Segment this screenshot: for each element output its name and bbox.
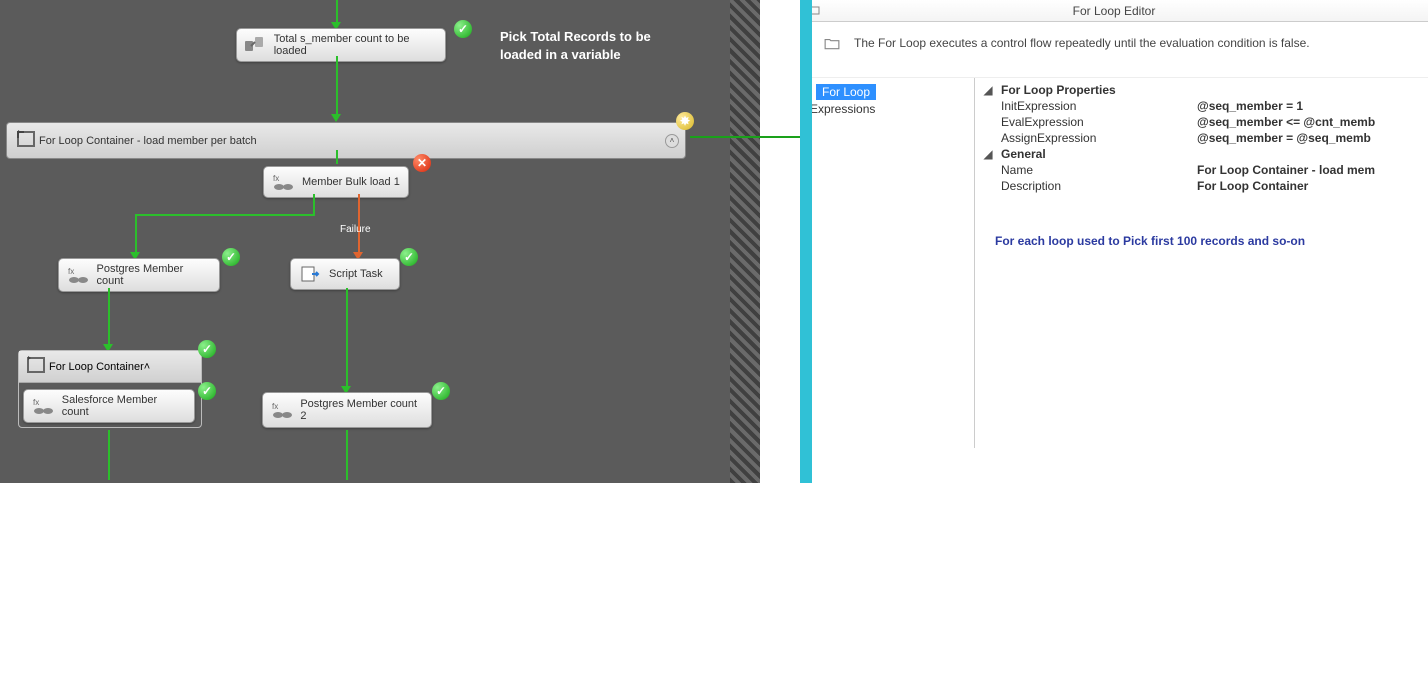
loop-container-icon bbox=[15, 129, 39, 152]
flow-arrow bbox=[108, 430, 110, 480]
container-label: For Loop Container bbox=[49, 361, 144, 373]
property-key: EvalExpression bbox=[997, 115, 1197, 129]
canvas-edge-hatch bbox=[730, 0, 760, 483]
flow-arrow bbox=[135, 214, 137, 254]
collapse-toggle-icon[interactable]: ˄ bbox=[665, 134, 679, 148]
property-key: InitExpression bbox=[997, 99, 1197, 113]
flow-arrow bbox=[336, 150, 338, 164]
editor-note-text: For each loop used to Pick first 100 rec… bbox=[979, 194, 1428, 248]
task-label: Member Bulk load 1 bbox=[302, 176, 400, 188]
success-badge-icon: ✓ bbox=[222, 248, 240, 266]
task-salesforce-member-count[interactable]: fx Salesforce Member count bbox=[23, 389, 195, 423]
collapse-triangle-icon[interactable]: ◢ bbox=[979, 147, 997, 161]
editor-titlebar[interactable]: For Loop Editor bbox=[800, 0, 1428, 22]
ssis-design-canvas[interactable]: Total s_member count to be loaded ✓ Pick… bbox=[0, 0, 760, 483]
property-row-assign-expression[interactable]: AssignExpression @seq_member = @seq_memb bbox=[979, 130, 1428, 146]
sql-task-icon: fx bbox=[30, 395, 56, 417]
success-badge-icon: ✓ bbox=[198, 340, 216, 358]
task-label: Postgres Member count bbox=[97, 263, 212, 287]
collapse-toggle-icon[interactable]: ˄ bbox=[144, 361, 150, 373]
success-badge-icon: ✓ bbox=[432, 382, 450, 400]
property-value[interactable]: @seq_member <= @cnt_memb bbox=[1197, 115, 1375, 129]
arrow-head-icon bbox=[331, 114, 341, 122]
sql-task-icon: fx bbox=[270, 171, 296, 193]
property-key: Name bbox=[997, 163, 1197, 177]
error-badge-icon: ✕ bbox=[413, 154, 431, 172]
collapse-triangle-icon[interactable]: ◢ bbox=[979, 83, 997, 97]
failure-constraint-label: Failure bbox=[340, 224, 371, 235]
sql-task-icon: fx bbox=[269, 399, 294, 421]
success-badge-icon: ✓ bbox=[454, 20, 472, 38]
task-label: Salesforce Member count bbox=[62, 394, 186, 418]
task-label: Script Task bbox=[329, 268, 383, 280]
folder-icon bbox=[824, 36, 840, 53]
editor-left-border bbox=[800, 0, 812, 483]
editor-title: For Loop Editor bbox=[1073, 4, 1156, 18]
task-postgres-member-count[interactable]: fx Postgres Member count bbox=[58, 258, 220, 292]
task-label: Postgres Member count 2 bbox=[300, 398, 423, 422]
svg-text:fx: fx bbox=[273, 174, 279, 183]
success-badge-icon: ✓ bbox=[400, 248, 418, 266]
property-value[interactable]: For Loop Container - load mem bbox=[1197, 163, 1375, 177]
editor-category-tree[interactable]: For Loop Expressions bbox=[800, 78, 975, 448]
editor-description-bar: The For Loop executes a control flow rep… bbox=[800, 22, 1428, 78]
flow-arrow bbox=[313, 194, 315, 214]
container-label: For Loop Container - load member per bat… bbox=[39, 135, 257, 147]
sql-task-icon bbox=[243, 34, 268, 56]
flow-arrow bbox=[346, 430, 348, 480]
task-total-member-count[interactable]: Total s_member count to be loaded bbox=[236, 28, 446, 62]
task-script-task[interactable]: Script Task bbox=[290, 258, 400, 290]
property-row-eval-expression[interactable]: EvalExpression @seq_member <= @cnt_memb bbox=[979, 114, 1428, 130]
property-key: Description bbox=[997, 179, 1197, 193]
properties-grid[interactable]: ◢ For Loop Properties InitExpression @se… bbox=[975, 78, 1428, 448]
property-value[interactable]: @seq_member = @seq_memb bbox=[1197, 131, 1371, 145]
for-loop-editor-panel: For Loop Editor The For Loop executes a … bbox=[800, 0, 1428, 483]
flow-arrow bbox=[346, 288, 348, 388]
for-loop-container-inner[interactable]: For Loop Container ˄ fx Salesforce Membe… bbox=[18, 350, 202, 428]
flow-arrow bbox=[135, 214, 315, 216]
tree-item-expressions[interactable]: Expressions bbox=[800, 100, 974, 118]
annotation-text: Pick Total Records to be loaded in a var… bbox=[500, 28, 660, 64]
flow-arrow bbox=[336, 0, 338, 24]
for-loop-container-outer[interactable]: For Loop Container - load member per bat… bbox=[6, 122, 686, 159]
script-task-icon bbox=[297, 263, 323, 285]
svg-text:fx: fx bbox=[272, 402, 278, 411]
property-section-header[interactable]: ◢ For Loop Properties bbox=[979, 82, 1428, 98]
editor-description: The For Loop executes a control flow rep… bbox=[854, 36, 1310, 50]
property-section-header[interactable]: ◢ General bbox=[979, 146, 1428, 162]
task-member-bulk-load[interactable]: fx Member Bulk load 1 bbox=[263, 166, 409, 198]
property-row-name[interactable]: Name For Loop Container - load mem bbox=[979, 162, 1428, 178]
loop-container-icon bbox=[25, 355, 49, 378]
sql-task-icon: fx bbox=[65, 264, 91, 286]
property-row-init-expression[interactable]: InitExpression @seq_member = 1 bbox=[979, 98, 1428, 114]
flow-arrow bbox=[108, 288, 110, 346]
svg-text:fx: fx bbox=[33, 398, 39, 407]
task-label: Total s_member count to be loaded bbox=[274, 33, 437, 57]
property-value[interactable]: @seq_member = 1 bbox=[1197, 99, 1303, 113]
flow-arrow bbox=[336, 56, 338, 116]
svg-text:fx: fx bbox=[68, 267, 74, 276]
property-value[interactable]: For Loop Container bbox=[1197, 179, 1308, 193]
success-badge-icon: ✓ bbox=[198, 382, 216, 400]
property-key: AssignExpression bbox=[997, 131, 1197, 145]
task-postgres-member-count-2[interactable]: fx Postgres Member count 2 bbox=[262, 392, 432, 428]
warning-badge-icon: ✸ bbox=[676, 112, 694, 130]
tree-item-for-loop[interactable]: For Loop bbox=[816, 84, 876, 100]
property-row-description[interactable]: Description For Loop Container bbox=[979, 178, 1428, 194]
